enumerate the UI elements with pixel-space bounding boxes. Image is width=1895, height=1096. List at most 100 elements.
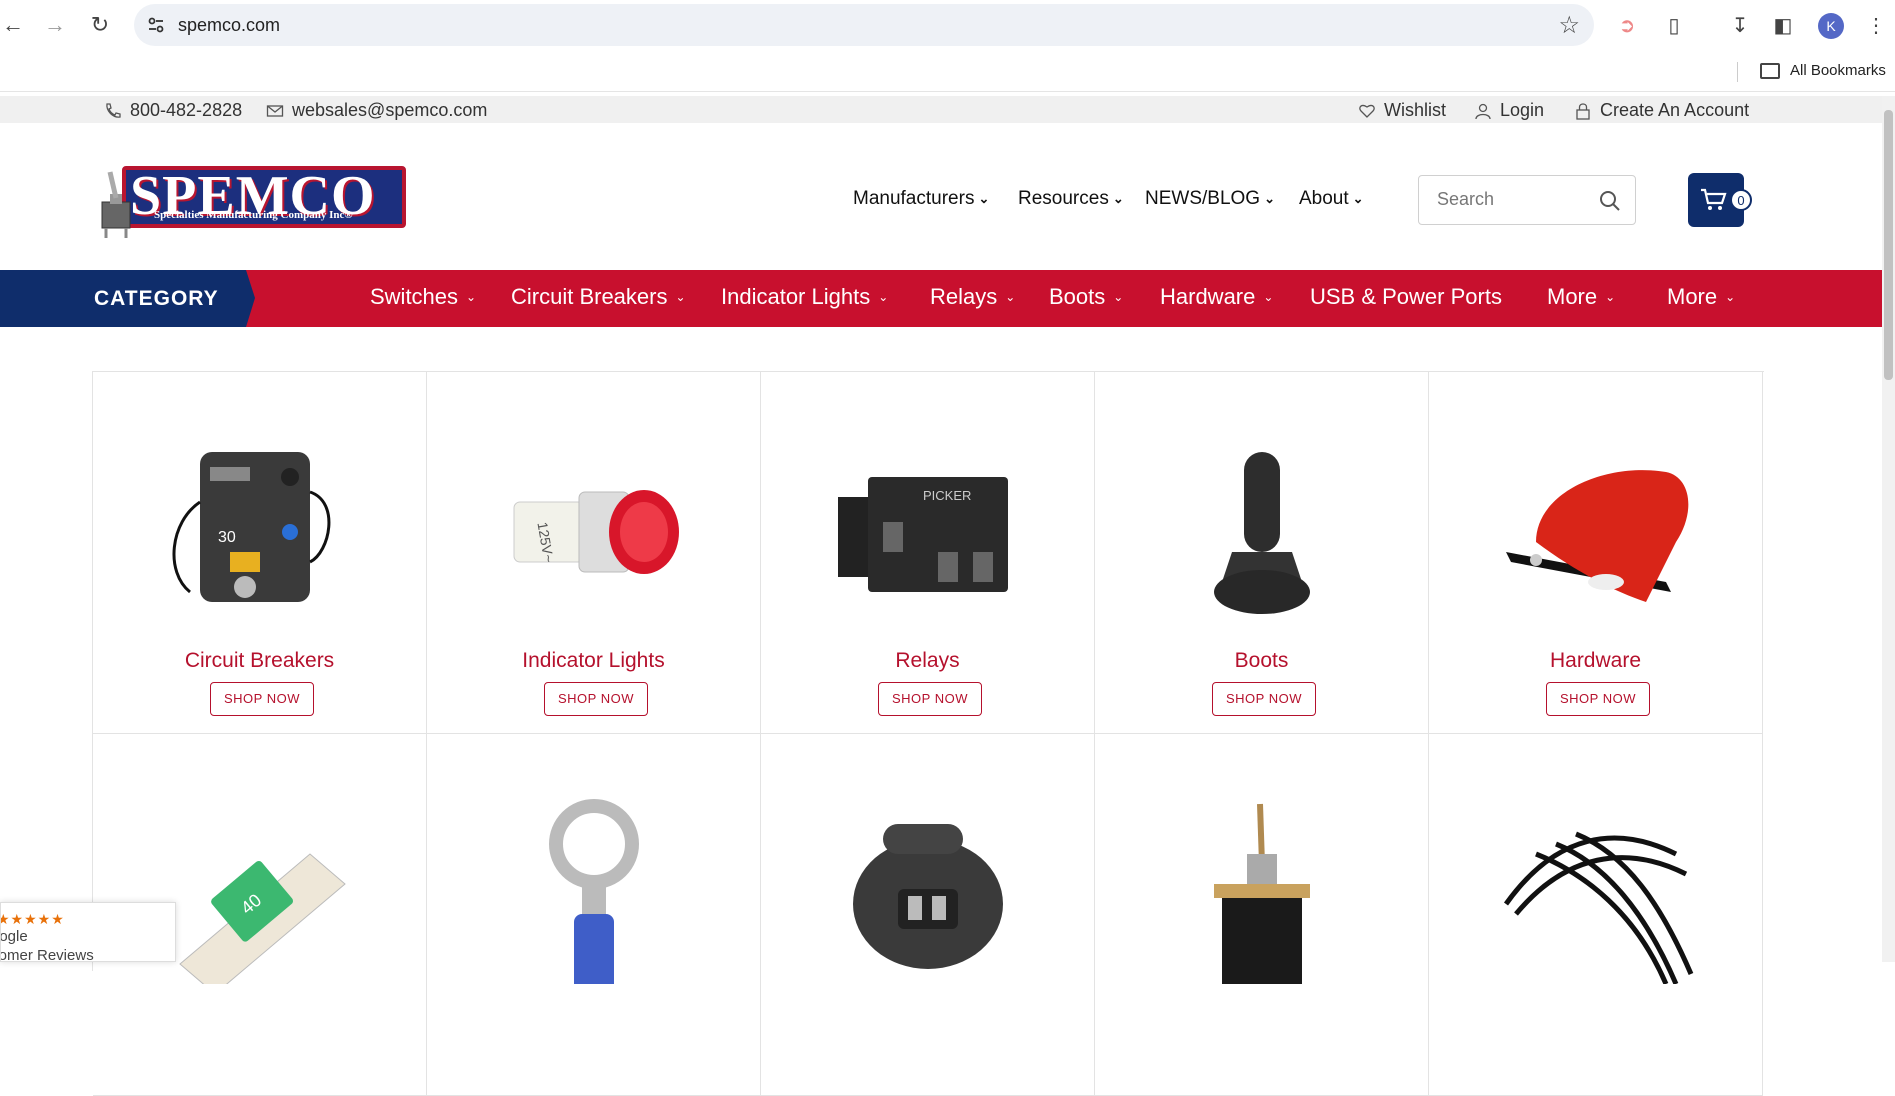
- product-name[interactable]: Circuit Breakers: [93, 649, 426, 673]
- search-icon[interactable]: [1599, 190, 1621, 212]
- product-card-switches[interactable]: [1095, 734, 1429, 1096]
- back-arrow-icon[interactable]: ←: [0, 10, 28, 40]
- cart-count-badge: 0: [1730, 189, 1752, 211]
- nav-manufacturers[interactable]: Manufacturers ⌄: [853, 188, 989, 210]
- shop-now-button[interactable]: SHOP NOW: [210, 682, 314, 716]
- product-name[interactable]: Hardware: [1429, 649, 1762, 673]
- chevron-down-icon: ⌄: [1352, 191, 1364, 206]
- bookmarks-bar: All Bookmarks: [0, 52, 1895, 92]
- google-reviews-badge[interactable]: ★★★★★ oogle stomer Reviews: [0, 902, 176, 962]
- category-hardware-label: Hardware: [1160, 284, 1256, 309]
- lock-icon: [1576, 102, 1590, 120]
- chevron-down-icon: ⌄: [1112, 191, 1124, 206]
- category-indicator-lights[interactable]: Indicator Lights ⌄: [721, 284, 888, 310]
- product-category-grid: 30 Circuit Breakers SHOP NOW 125V~ Indic…: [92, 371, 1764, 1096]
- category-switches-label: Switches: [370, 284, 459, 309]
- create-account-label: Create An Account: [1600, 100, 1750, 120]
- product-name[interactable]: Indicator Lights: [427, 649, 760, 673]
- page-scrollbar[interactable]: [1882, 96, 1895, 962]
- category-switches[interactable]: Switches ⌄: [370, 284, 476, 310]
- reload-icon[interactable]: ↻: [85, 10, 115, 40]
- wishlist-link[interactable]: Wishlist: [1358, 100, 1446, 121]
- indicator-light-image: 125V~: [513, 490, 679, 574]
- shop-now-button[interactable]: SHOP NOW: [1546, 682, 1650, 716]
- nav-manufacturers-label: Manufacturers: [853, 188, 975, 209]
- folder-icon: [1760, 63, 1780, 79]
- top-info-bar: 800-482-2828 websales@spemco.com Wishlis…: [0, 96, 1885, 123]
- product-name[interactable]: Boots: [1095, 649, 1428, 673]
- category-relays-label: Relays: [930, 284, 998, 309]
- svg-text:PICKER: PICKER: [923, 488, 971, 503]
- heart-icon: [1359, 104, 1375, 118]
- browser-menu-icon[interactable]: ⋮: [1863, 12, 1889, 38]
- svg-text:30: 30: [218, 529, 236, 546]
- nav-about-label: About: [1299, 188, 1349, 209]
- usb-port-image: [853, 824, 1003, 969]
- category-more[interactable]: More ⌄: [1547, 284, 1615, 310]
- rating-stars: ★★★★★: [0, 911, 65, 927]
- category-label-arrow: [246, 270, 255, 327]
- chevron-down-icon: ⌄: [1113, 290, 1124, 304]
- extensions-puzzle-icon[interactable]: ▯: [1661, 12, 1687, 38]
- url-text: spemco.com: [178, 15, 281, 35]
- chevron-down-icon: ⌄: [1005, 290, 1016, 304]
- product-card-cable-ties[interactable]: [1429, 734, 1763, 1096]
- bookmarks-separator: [1737, 62, 1738, 82]
- email-link[interactable]: websales@spemco.com: [266, 100, 487, 121]
- product-card-relays[interactable]: PICKER Relays SHOP NOW: [761, 372, 1095, 734]
- phone-number: 800-482-2828: [130, 100, 243, 120]
- chevron-down-icon: ⌄: [1264, 191, 1275, 206]
- site-settings-icon[interactable]: [146, 15, 166, 35]
- nav-news-blog[interactable]: NEWS/BLOG ⌄: [1145, 188, 1275, 210]
- product-card-usb-ports[interactable]: [761, 734, 1095, 1096]
- product-card-circuit-breakers[interactable]: 30 Circuit Breakers SHOP NOW: [93, 372, 427, 734]
- browser-toolbar: ← → ↻ spemco.com ☆ ➲ ▯ ↧ ◧ K ⋮: [0, 0, 1895, 52]
- toggle-switch-image: [1214, 803, 1310, 984]
- side-panel-icon[interactable]: ◧: [1770, 12, 1796, 38]
- search-box: [1418, 175, 1636, 225]
- category-circuit-breakers-label: Circuit Breakers: [511, 284, 668, 309]
- product-card-indicator-lights[interactable]: 125V~ Indicator Lights SHOP NOW: [427, 372, 761, 734]
- category-usb-power-ports[interactable]: USB & Power Ports: [1310, 284, 1502, 310]
- category-hardware[interactable]: Hardware ⌄: [1160, 284, 1273, 310]
- category-more-2[interactable]: More ⌄: [1667, 284, 1735, 310]
- chevron-down-icon: ⌄: [1605, 290, 1616, 304]
- category-more-label: More: [1547, 284, 1598, 309]
- profile-avatar[interactable]: K: [1818, 13, 1844, 39]
- extension-icon[interactable]: ➲: [1614, 12, 1640, 38]
- wishlist-label: Wishlist: [1384, 100, 1446, 120]
- login-link[interactable]: Login: [1474, 100, 1544, 121]
- boot-image: [1214, 452, 1310, 614]
- nav-resources-label: Resources: [1018, 188, 1109, 209]
- nav-resources[interactable]: Resources ⌄: [1018, 188, 1124, 210]
- phone-link[interactable]: 800-482-2828: [104, 100, 242, 121]
- relay-image: PICKER: [838, 477, 1008, 592]
- product-card-hardware[interactable]: Hardware SHOP NOW: [1429, 372, 1763, 734]
- product-card-boots[interactable]: Boots SHOP NOW: [1095, 372, 1429, 734]
- chevron-down-icon: ⌄: [978, 191, 990, 206]
- category-relays[interactable]: Relays ⌄: [930, 284, 1015, 310]
- nav-about[interactable]: About ⌄: [1299, 188, 1364, 210]
- category-circuit-breakers[interactable]: Circuit Breakers ⌄: [511, 284, 686, 310]
- create-account-link[interactable]: Create An Account: [1574, 100, 1749, 121]
- scrollbar-thumb[interactable]: [1884, 110, 1893, 380]
- spemco-logo[interactable]: SPEMCO Specialties Manufacturing Company…: [96, 160, 410, 248]
- shop-now-button[interactable]: SHOP NOW: [544, 682, 648, 716]
- bookmark-star-icon[interactable]: ☆: [1558, 11, 1580, 40]
- address-bar[interactable]: spemco.com ☆: [134, 4, 1594, 46]
- cable-ties-image: [1503, 831, 1694, 984]
- reviews-line-2: stomer Reviews: [1, 947, 94, 962]
- shop-now-button[interactable]: SHOP NOW: [878, 682, 982, 716]
- download-icon[interactable]: ↧: [1727, 12, 1753, 38]
- circuit-breaker-image: 30: [172, 452, 331, 602]
- cart-icon: [1701, 188, 1727, 210]
- category-boots[interactable]: Boots ⌄: [1049, 284, 1123, 310]
- search-input[interactable]: [1437, 189, 1587, 210]
- chevron-down-icon: ⌄: [1263, 290, 1274, 304]
- product-card-terminals[interactable]: [427, 734, 761, 1096]
- forward-arrow-icon[interactable]: →: [40, 10, 70, 40]
- shop-now-button[interactable]: SHOP NOW: [1212, 682, 1316, 716]
- all-bookmarks-link[interactable]: All Bookmarks: [1790, 62, 1886, 79]
- login-label: Login: [1500, 100, 1545, 120]
- product-name[interactable]: Relays: [761, 649, 1094, 673]
